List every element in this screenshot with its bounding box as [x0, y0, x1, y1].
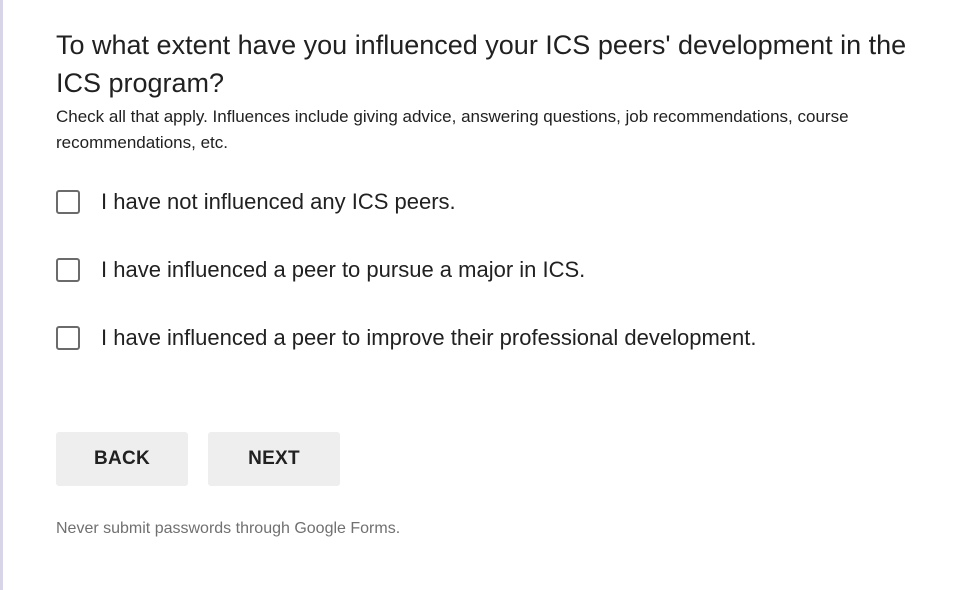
checkbox-option-not-influenced[interactable]: I have not influenced any ICS peers.	[56, 168, 936, 236]
form-navigation: BACK NEXT	[56, 432, 340, 486]
password-warning: Never submit passwords through Google Fo…	[56, 520, 401, 537]
next-button[interactable]: NEXT	[208, 432, 340, 486]
page-left-border	[0, 0, 3, 590]
checkbox-option-professional-development[interactable]: I have influenced a peer to improve thei…	[56, 304, 936, 372]
checkbox-option-label: I have influenced a peer to improve thei…	[101, 325, 757, 350]
question-card: To what extent have you influenced your …	[56, 26, 936, 372]
checkbox[interactable]	[56, 326, 80, 350]
checkbox-option-label: I have influenced a peer to pursue a maj…	[101, 257, 586, 282]
checkbox[interactable]	[56, 258, 80, 282]
question-help-text: Check all that apply. Influences include…	[56, 107, 849, 152]
question-title: To what extent have you influenced your …	[56, 30, 907, 98]
checkbox[interactable]	[56, 190, 80, 214]
back-button[interactable]: BACK	[56, 432, 188, 486]
checkbox-group: I have not influenced any ICS peers. I h…	[56, 168, 936, 372]
checkbox-option-pursue-major[interactable]: I have influenced a peer to pursue a maj…	[56, 236, 936, 304]
checkbox-option-label: I have not influenced any ICS peers.	[101, 189, 456, 214]
